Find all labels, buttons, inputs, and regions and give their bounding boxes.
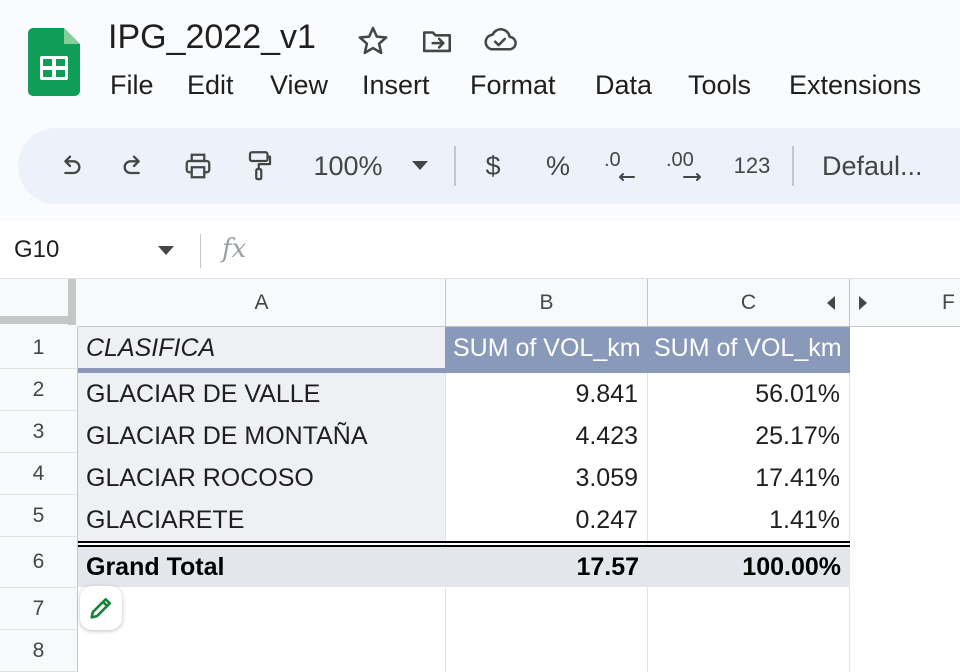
row-header-3[interactable]: 3 [0, 411, 78, 453]
value-cell[interactable]: 3.059 [446, 457, 647, 499]
menu-tools[interactable]: Tools [688, 70, 751, 101]
undo-icon[interactable] [50, 128, 90, 204]
percent-cell[interactable]: 1.41% [648, 499, 849, 541]
row-header-7[interactable]: 7 [0, 588, 78, 630]
row-header-4[interactable]: 4 [0, 453, 78, 495]
grand-total-label[interactable]: Grand Total [78, 547, 446, 587]
value-cell[interactable]: 9.841 [446, 373, 647, 415]
row-header-5[interactable]: 5 [0, 495, 78, 537]
toolbar: 100% $ % .0 .00 123 Defaul... [18, 128, 960, 204]
zoom-select[interactable]: 100% [310, 128, 386, 204]
formula-bar [0, 222, 960, 279]
value-cell[interactable]: 4.423 [446, 415, 647, 457]
edit-pivot-table-button[interactable] [80, 586, 122, 630]
menu-format[interactable]: Format [470, 70, 556, 101]
column-header-f-label: F [942, 291, 955, 314]
more-formats-button[interactable]: 123 [730, 128, 774, 204]
menu-view[interactable]: View [270, 70, 328, 101]
percent-cell[interactable]: 56.01% [648, 373, 849, 415]
currency-format-button[interactable]: $ [478, 128, 508, 204]
decrease-decimal-button[interactable]: .0 [602, 128, 642, 204]
name-box[interactable]: G10 [14, 236, 59, 264]
column-header-b[interactable]: B [446, 279, 648, 327]
increase-decimal-button[interactable]: .00 [664, 128, 708, 204]
pivot-header-clasifica[interactable]: CLASIFICA [78, 327, 445, 369]
total-border [78, 541, 850, 543]
print-icon[interactable] [176, 128, 220, 204]
toolbar-divider [454, 146, 456, 186]
google-sheets-logo-icon[interactable] [28, 28, 80, 96]
row-label-cell[interactable]: GLACIARETE [78, 499, 445, 541]
row-header-6[interactable]: 6 [0, 537, 78, 588]
paint-format-icon[interactable] [240, 128, 280, 204]
scroll-columns-left-icon[interactable] [826, 296, 836, 315]
grand-total-value[interactable]: 17.57 [446, 547, 648, 587]
menu-file[interactable]: File [110, 70, 154, 101]
menu-edit[interactable]: Edit [187, 70, 234, 101]
row-header-8[interactable]: 8 [0, 630, 78, 672]
move-to-folder-icon[interactable] [420, 24, 454, 58]
pivot-header-sum-c[interactable]: SUM of VOL_km [648, 327, 850, 369]
star-icon[interactable] [356, 24, 390, 58]
fx-icon: fx [222, 234, 247, 264]
grand-total-percent[interactable]: 100.00% [648, 547, 850, 587]
grid-line [849, 327, 850, 672]
menu-data[interactable]: Data [595, 70, 652, 101]
svg-text:.0: .0 [604, 149, 621, 171]
column-header-c[interactable]: C [648, 279, 850, 327]
row-header-2[interactable]: 2 [0, 369, 78, 411]
cloud-saved-icon[interactable] [482, 24, 517, 58]
menu-insert[interactable]: Insert [362, 70, 430, 101]
freeze-row-handle[interactable] [0, 316, 76, 324]
scroll-columns-right-icon[interactable] [858, 296, 868, 315]
document-title[interactable]: IPG_2022_v1 [108, 18, 316, 57]
pivot-header-sum-b[interactable]: SUM of VOL_km [445, 327, 648, 369]
row-header-1[interactable]: 1 [0, 327, 78, 369]
font-family-select[interactable]: Defaul... [822, 128, 934, 204]
pencil-icon [90, 597, 112, 619]
chevron-down-icon[interactable] [410, 128, 430, 204]
formula-bar-divider [200, 234, 201, 268]
row-label-cell[interactable]: GLACIAR ROCOSO [78, 457, 445, 499]
percent-cell[interactable]: 17.41% [648, 457, 849, 499]
svg-text:.00: .00 [666, 149, 694, 171]
value-cell[interactable]: 0.247 [446, 499, 647, 541]
column-header-a[interactable]: A [78, 279, 446, 327]
name-box-dropdown-icon[interactable] [158, 246, 174, 255]
redo-icon[interactable] [114, 128, 154, 204]
percent-format-button[interactable]: % [540, 128, 576, 204]
toolbar-divider [792, 146, 794, 186]
percent-cell[interactable]: 25.17% [648, 415, 849, 457]
row-label-cell[interactable]: GLACIAR DE VALLE [78, 373, 445, 415]
row-label-cell[interactable]: GLACIAR DE MONTAÑA [78, 415, 445, 457]
menu-extensions[interactable]: Extensions [789, 70, 921, 101]
